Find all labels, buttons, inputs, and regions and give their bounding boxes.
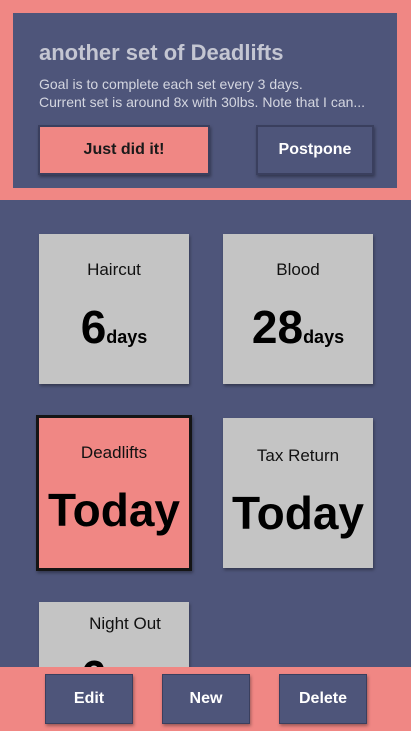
reminder-description: Goal is to complete each set every 3 day…: [39, 75, 384, 111]
app-screen: another set of Deadlifts Goal is to comp…: [0, 0, 411, 731]
task-tile-blood[interactable]: Blood 28days: [223, 234, 373, 384]
tile-today: Today: [47, 484, 181, 536]
tile-countdown: 6days: [39, 300, 189, 354]
tile-name: Deadlifts: [80, 443, 148, 462]
tile-name: Night Out: [89, 614, 161, 633]
just-did-it-button[interactable]: Just did it!: [38, 125, 210, 175]
reminder-title: another set of Deadlifts: [39, 40, 284, 65]
reminder-description-line: Current set is around 8x with 30lbs. Not…: [39, 94, 366, 110]
tile-name: Haircut: [87, 260, 141, 279]
tile-unit: days: [303, 327, 345, 347]
task-tile-tax-return[interactable]: Tax Return Today: [223, 418, 373, 568]
delete-button[interactable]: Delete: [279, 674, 367, 724]
tile-countdown: 28days: [223, 300, 373, 354]
edit-button[interactable]: Edit: [45, 674, 133, 724]
tile-count: 6: [80, 301, 107, 353]
reminder-card: another set of Deadlifts Goal is to comp…: [13, 13, 397, 188]
tile-countdown: Today: [39, 483, 189, 537]
tile-name: Tax Return: [256, 446, 340, 465]
tile-today: Today: [231, 487, 365, 539]
new-button[interactable]: New: [162, 674, 250, 724]
postpone-button[interactable]: Postpone: [256, 125, 374, 175]
reminder-banner: another set of Deadlifts Goal is to comp…: [0, 0, 411, 200]
tile-countdown: Today: [223, 486, 373, 540]
reminder-description-line: Goal is to complete each set every 3 day…: [39, 76, 303, 92]
task-tile-haircut[interactable]: Haircut 6days: [39, 234, 189, 384]
tile-name: Blood: [276, 260, 320, 279]
bottom-action-bar: Edit New Delete: [0, 667, 411, 731]
tile-count: 28: [251, 301, 304, 353]
tile-unit: days: [106, 327, 148, 347]
task-tile-deadlifts[interactable]: Deadlifts Today: [36, 415, 192, 571]
